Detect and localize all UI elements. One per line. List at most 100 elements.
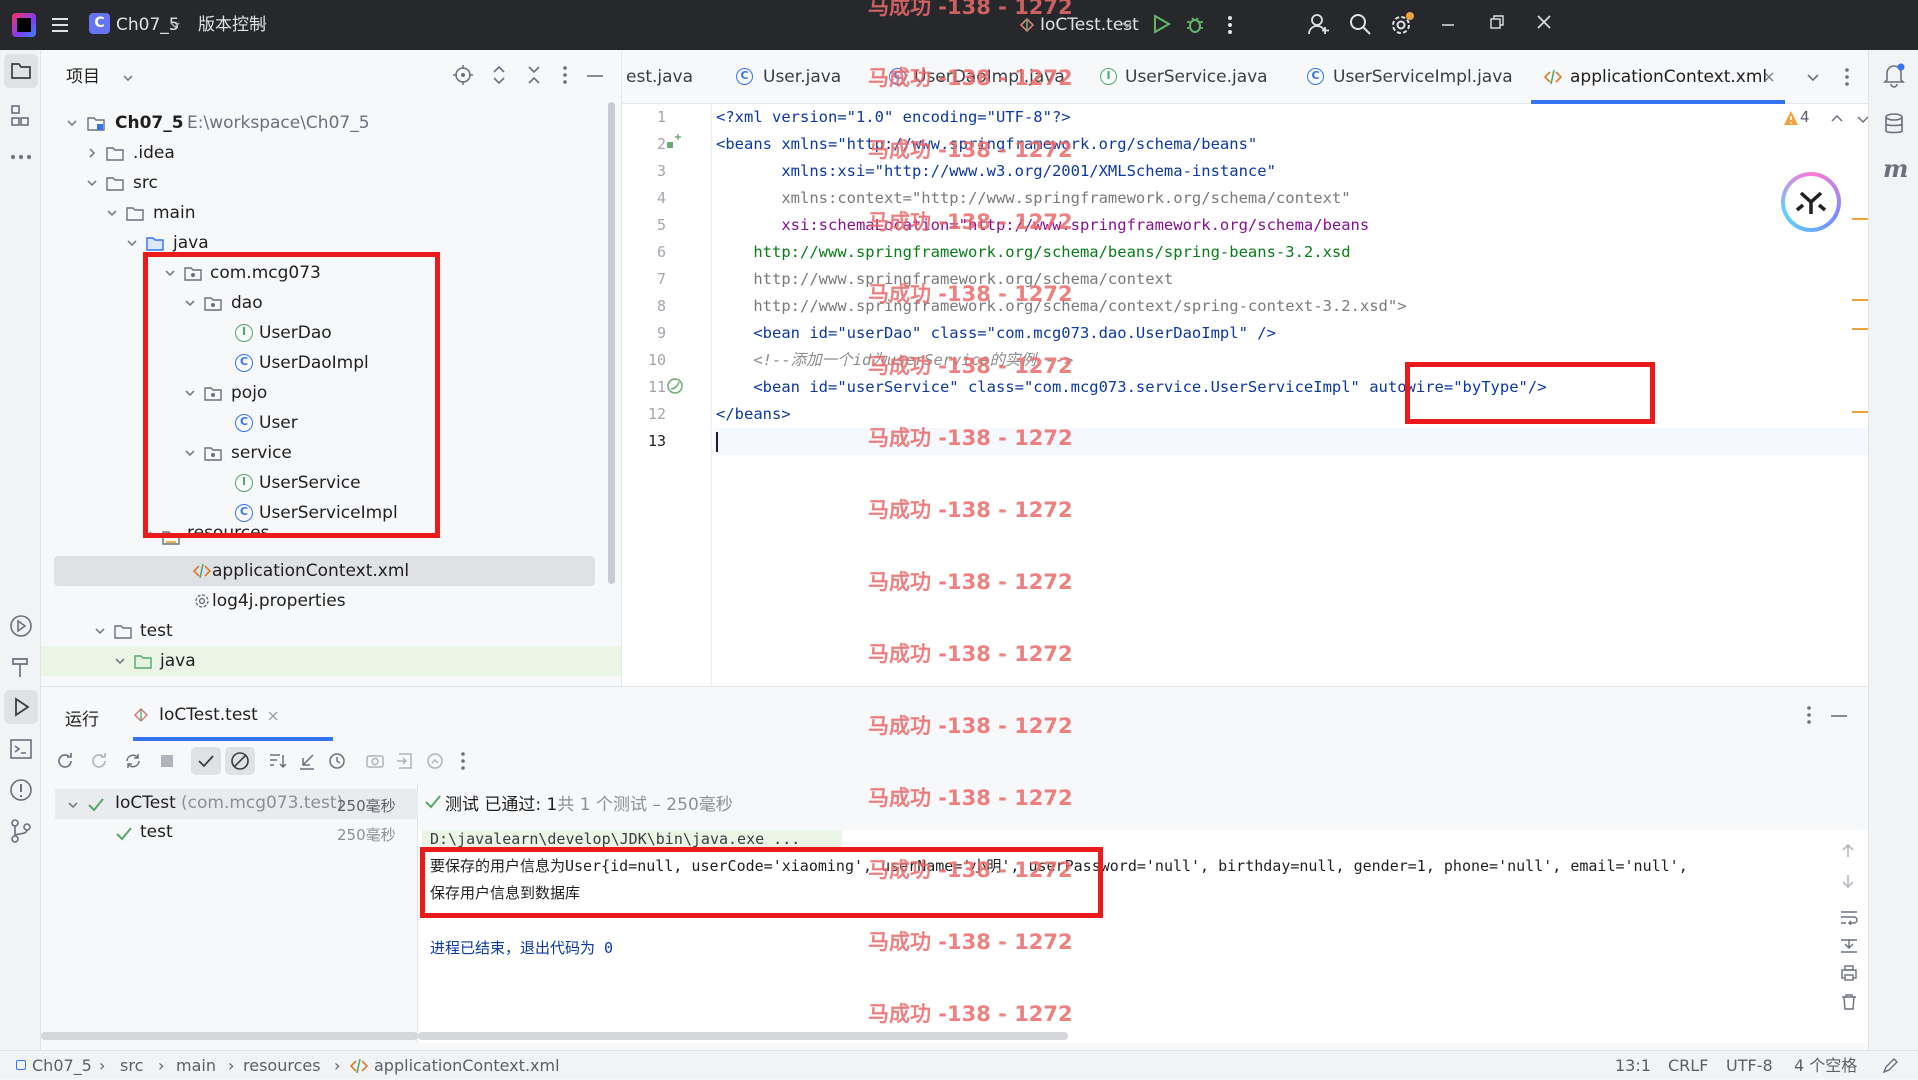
- project-panel-title[interactable]: 项目: [66, 50, 100, 104]
- tab-list-chevron-icon[interactable]: [1806, 70, 1820, 84]
- tree-item-idea[interactable]: .idea: [41, 138, 601, 168]
- project-tool-button[interactable]: [4, 54, 38, 88]
- notifications-bell-icon[interactable]: [1881, 62, 1907, 88]
- tree-item-package-root[interactable]: com.mcg073: [41, 258, 601, 288]
- tree-item-test[interactable]: test: [41, 616, 601, 646]
- tab-userdaoimpl[interactable]: UserDaoImpl.java: [914, 50, 1065, 104]
- close-window-icon[interactable]: [1536, 14, 1552, 30]
- options-icon[interactable]: [560, 65, 570, 85]
- line-ending[interactable]: CRLF: [1668, 1051, 1708, 1080]
- debug-icon[interactable]: [1184, 13, 1206, 35]
- warning-icon[interactable]: [1783, 110, 1799, 126]
- tree-item-user[interactable]: C User: [41, 408, 601, 438]
- tree-item-applicationcontext-selected[interactable]: applicationContext.xml: [54, 556, 595, 586]
- breadcrumb-item[interactable]: src: [120, 1051, 143, 1080]
- camera-icon[interactable]: [365, 751, 385, 771]
- file-encoding[interactable]: UTF-8: [1726, 1051, 1773, 1080]
- tab-userservice[interactable]: UserService.java: [1125, 50, 1268, 104]
- indent-setting[interactable]: 4 个空格: [1794, 1051, 1857, 1080]
- app-logo-icon[interactable]: [12, 13, 36, 37]
- minimize-icon[interactable]: [1441, 18, 1455, 32]
- database-icon[interactable]: [1881, 111, 1907, 137]
- expand-all-icon[interactable]: [490, 65, 508, 85]
- tree-item-java[interactable]: java: [41, 228, 601, 258]
- more-tools-icon[interactable]: [8, 144, 34, 170]
- tab-iotest[interactable]: est.java: [626, 50, 693, 104]
- show-passed-toggle[interactable]: [191, 747, 221, 775]
- run-tool-button[interactable]: [4, 690, 38, 724]
- show-ignored-toggle[interactable]: [225, 747, 255, 775]
- code-editor[interactable]: 1 2 3 4 5 6 7 8 9 10 11 12 13 <?xml vers…: [622, 104, 1869, 686]
- tab-user[interactable]: User.java: [763, 50, 841, 104]
- chevron-down-icon[interactable]: [122, 72, 134, 84]
- breadcrumb-item[interactable]: main: [176, 1051, 216, 1080]
- ai-assistant-icon[interactable]: [1781, 172, 1841, 232]
- add-user-icon[interactable]: [1307, 12, 1331, 36]
- run-icon[interactable]: [1150, 13, 1172, 35]
- history-icon[interactable]: [327, 751, 347, 771]
- bean-gutter-icon[interactable]: [666, 377, 684, 395]
- tree-item-resources[interactable]: resources: [41, 526, 601, 548]
- run-tab[interactable]: IoCTest.test: [159, 705, 258, 725]
- sort-icon[interactable]: [267, 751, 287, 771]
- locate-icon[interactable]: [453, 65, 473, 85]
- tab-applicationcontext-active[interactable]: applicationContext.xml: [1570, 50, 1767, 104]
- trash-icon[interactable]: [1840, 993, 1858, 1011]
- tree-item-test-java[interactable]: java: [41, 646, 621, 676]
- tab-options-icon[interactable]: [1842, 67, 1852, 87]
- rerun-failed-icon[interactable]: [89, 751, 109, 771]
- warning-count[interactable]: 4: [1800, 108, 1810, 126]
- stop-icon[interactable]: [157, 751, 177, 771]
- soft-wrap-icon[interactable]: [1840, 909, 1858, 925]
- more-icon[interactable]: [458, 751, 468, 771]
- tree-item-userdao[interactable]: I UserDao: [41, 318, 601, 348]
- scroll-down-icon[interactable]: [1840, 873, 1856, 889]
- main-menu-icon[interactable]: [50, 15, 70, 35]
- console-scrollbar[interactable]: [418, 1032, 1068, 1040]
- tree-item-userserviceimpl[interactable]: C UserServiceImpl: [41, 498, 601, 528]
- settings-gear-icon[interactable]: [1389, 12, 1415, 38]
- run-options-icon[interactable]: [1804, 705, 1814, 725]
- structure-icon[interactable]: [8, 103, 34, 129]
- close-tab-icon[interactable]: [267, 710, 279, 722]
- test-tree-scrollbar[interactable]: [41, 1032, 418, 1040]
- problems-icon[interactable]: [8, 777, 34, 803]
- tree-item-service[interactable]: service: [41, 438, 601, 468]
- tree-item-userdaoimpl[interactable]: C UserDaoImpl: [41, 348, 601, 378]
- chevron-down-icon[interactable]: [67, 799, 79, 811]
- tree-item-userservice[interactable]: I UserService: [41, 468, 601, 498]
- tree-item-src[interactable]: src: [41, 168, 601, 198]
- console-output[interactable]: D:\javalearn\develop\JDK\bin\java.exe ..…: [418, 830, 1868, 1043]
- breadcrumb-item[interactable]: Ch07_5: [32, 1051, 92, 1080]
- close-tab-icon[interactable]: [1763, 71, 1775, 83]
- collapse-icon[interactable]: [297, 751, 317, 771]
- terminal-icon[interactable]: [8, 736, 34, 762]
- git-branch-icon[interactable]: [8, 818, 34, 844]
- project-scrollbar[interactable]: [608, 102, 615, 584]
- hide-panel-icon[interactable]: [587, 74, 603, 78]
- project-badge[interactable]: C: [89, 13, 110, 34]
- scroll-to-end-icon[interactable]: [1840, 937, 1858, 953]
- cursor-position[interactable]: 13:1: [1615, 1051, 1651, 1080]
- readonly-toggle-icon[interactable]: [1881, 1057, 1899, 1075]
- tree-item-pojo[interactable]: pojo: [41, 378, 601, 408]
- tree-item-project-root[interactable]: Ch07_5 E:\workspace\Ch07_5: [41, 108, 601, 138]
- tree-item-main[interactable]: main: [41, 198, 601, 228]
- restore-icon[interactable]: [1489, 14, 1505, 30]
- test-method-name[interactable]: test: [140, 822, 173, 842]
- breadcrumb-item[interactable]: resources: [243, 1051, 321, 1080]
- rerun-icon[interactable]: [55, 751, 75, 771]
- scroll-up-icon[interactable]: [1840, 843, 1856, 859]
- search-icon[interactable]: [1348, 12, 1372, 36]
- print-icon[interactable]: [1840, 964, 1858, 982]
- bean-gutter-icon[interactable]: [666, 134, 682, 150]
- more-actions-icon[interactable]: [1223, 14, 1237, 36]
- previous-highlight-icon[interactable]: [1830, 112, 1844, 126]
- maven-icon[interactable]: m: [1883, 154, 1908, 183]
- toggle-auto-test-icon[interactable]: [123, 751, 143, 771]
- import-icon[interactable]: [395, 751, 415, 771]
- breadcrumb-item[interactable]: applicationContext.xml: [374, 1051, 560, 1080]
- collapse-all-icon[interactable]: [525, 65, 543, 85]
- services-icon[interactable]: [8, 613, 34, 639]
- tree-item-dao[interactable]: dao: [41, 288, 601, 318]
